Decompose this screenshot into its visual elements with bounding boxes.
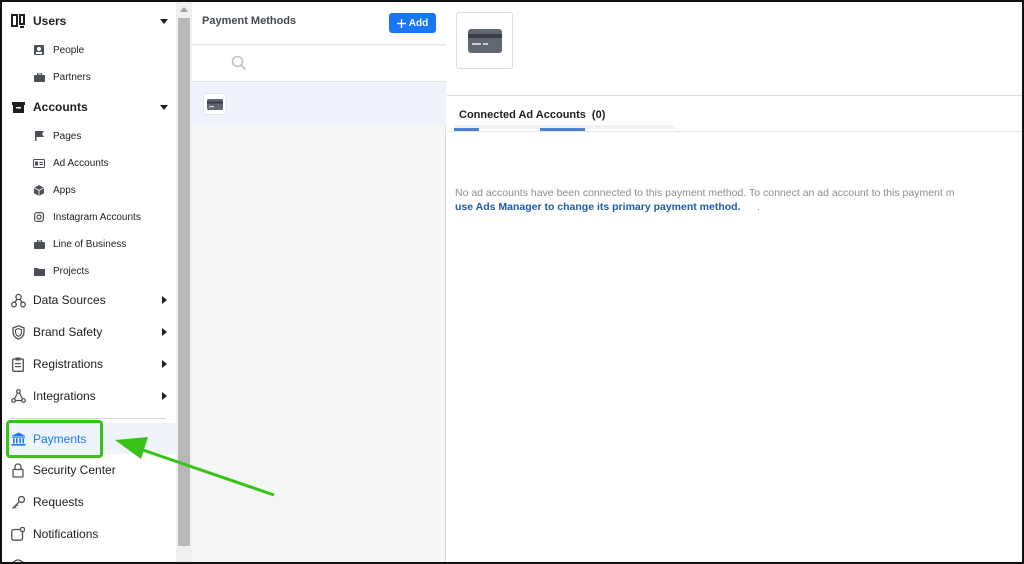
clipboard-icon xyxy=(10,356,26,372)
ads-manager-link[interactable]: use Ads Manager to change its primary pa… xyxy=(455,200,741,214)
folder-icon xyxy=(33,265,45,277)
payment-method-details: Connected Ad Accounts (0) No ad accounts … xyxy=(447,2,1022,562)
sidebar-item-label: Apps xyxy=(53,184,76,196)
sidebar-item-label: Notifications xyxy=(33,527,99,541)
key-icon xyxy=(10,494,26,510)
tab-label: Connected Ad Accounts xyxy=(459,109,586,121)
sidebar-item-label: Data Sources xyxy=(33,293,106,307)
briefcase-icon xyxy=(33,71,45,83)
users-icon xyxy=(10,13,26,29)
section-divider xyxy=(447,95,1022,96)
accounts-icon xyxy=(10,99,26,115)
tab-divider xyxy=(447,131,1022,132)
sidebar-item-accounts[interactable]: Accounts xyxy=(2,92,176,122)
shield-icon xyxy=(10,324,26,340)
flag-icon xyxy=(33,130,45,142)
cube-icon xyxy=(33,184,45,196)
integrations-icon xyxy=(10,388,26,404)
sidebar-item-pages[interactable]: Pages xyxy=(2,124,176,148)
chevron-right-icon xyxy=(159,295,169,305)
add-button-label: Add xyxy=(408,17,429,29)
sidebar-item-partially-hidden xyxy=(2,551,176,562)
sidebar-item-security-center[interactable]: Security Center xyxy=(2,455,176,485)
sidebar-item-label: Requests xyxy=(33,495,84,509)
info-icon xyxy=(10,558,26,562)
sidebar: Users People Partners Accounts Pages Ad … xyxy=(2,2,176,562)
credit-card-icon xyxy=(456,12,513,69)
sidebar-item-line-of-business[interactable]: Line of Business xyxy=(2,232,176,256)
sidebar-item-users[interactable]: Users xyxy=(2,6,176,36)
sidebar-divider xyxy=(10,418,166,419)
plus-icon xyxy=(396,18,406,28)
sidebar-item-requests[interactable]: Requests xyxy=(2,487,176,517)
credit-card-icon xyxy=(203,93,227,115)
add-payment-method-button[interactable]: Add xyxy=(389,13,436,33)
chevron-right-icon xyxy=(159,391,169,401)
chevron-down-icon xyxy=(159,16,169,26)
ad-account-icon xyxy=(33,157,45,169)
sidebar-item-registrations[interactable]: Registrations xyxy=(2,349,176,379)
payment-methods-panel: Payment Methods Add xyxy=(192,2,446,562)
sidebar-item-label: Brand Safety xyxy=(33,325,103,339)
instagram-icon xyxy=(33,211,45,223)
window-frame: Users People Partners Accounts Pages Ad … xyxy=(0,0,1024,564)
payment-methods-header: Payment Methods Add xyxy=(192,2,446,45)
sidebar-item-label: Accounts xyxy=(33,100,88,114)
sidebar-item-label: Partners xyxy=(53,71,91,83)
chevron-right-icon xyxy=(159,327,169,337)
sidebar-item-integrations[interactable]: Integrations xyxy=(2,381,176,411)
sidebar-item-people[interactable]: People xyxy=(2,38,176,62)
chevron-right-icon xyxy=(159,359,169,369)
sidebar-item-label: People xyxy=(53,44,85,56)
panel-title: Payment Methods xyxy=(202,15,297,27)
sidebar-item-notifications[interactable]: Notifications xyxy=(2,519,176,549)
sidebar-item-label: Pages xyxy=(53,130,82,142)
highlight-box xyxy=(6,420,103,458)
sidebar-item-apps[interactable]: Apps xyxy=(2,178,176,202)
sidebar-item-label: Users xyxy=(33,14,67,28)
sidebar-item-projects[interactable]: Projects xyxy=(2,259,176,283)
notification-icon xyxy=(10,526,26,542)
sidebar-item-label: Line of Business xyxy=(53,238,127,250)
empty-state-suffix: . xyxy=(757,201,760,213)
sidebar-item-partners[interactable]: Partners xyxy=(2,65,176,89)
sidebar-item-ad-accounts[interactable]: Ad Accounts xyxy=(2,151,176,175)
tab-connected-ad-accounts[interactable]: Connected Ad Accounts (0) xyxy=(459,109,605,121)
tab-count: (0) xyxy=(591,109,606,121)
data-sources-icon xyxy=(10,292,26,308)
sidebar-item-label: Instagram Accounts xyxy=(53,211,141,223)
empty-state-message: No ad accounts have been connected to th… xyxy=(455,187,955,199)
sidebar-item-data-sources[interactable]: Data Sources xyxy=(2,285,176,315)
lock-icon xyxy=(10,462,26,478)
sidebar-scrollbar-thumb[interactable] xyxy=(178,18,190,546)
scroll-up-arrow-icon[interactable] xyxy=(180,7,188,12)
sidebar-item-brand-safety[interactable]: Brand Safety xyxy=(2,317,176,347)
sidebar-item-label: Projects xyxy=(53,265,90,277)
briefcase-icon xyxy=(33,238,45,250)
sidebar-item-instagram-accounts[interactable]: Instagram Accounts xyxy=(2,205,176,229)
chevron-down-icon xyxy=(159,102,169,112)
sidebar-item-label: Ad Accounts xyxy=(53,157,109,169)
payment-method-list-item[interactable] xyxy=(192,83,446,125)
sidebar-item-label: Security Center xyxy=(33,463,116,477)
sidebar-item-label: Registrations xyxy=(33,357,104,371)
sidebar-item-label: Integrations xyxy=(33,389,96,403)
search-icon[interactable] xyxy=(231,55,247,71)
person-icon xyxy=(33,44,45,56)
